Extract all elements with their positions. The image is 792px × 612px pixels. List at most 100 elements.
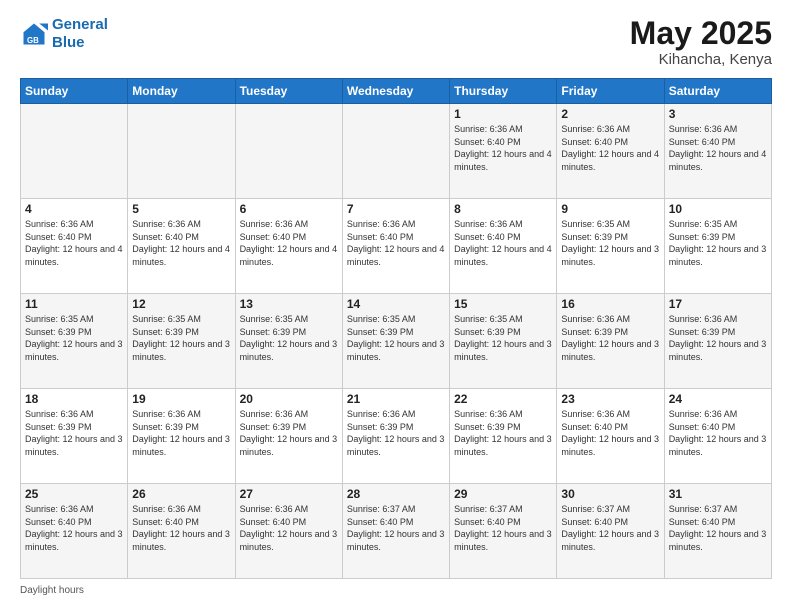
calendar-week-2: 4 Sunrise: 6:36 AMSunset: 6:40 PMDaylight… <box>21 199 772 294</box>
day-number: 19 <box>132 392 230 406</box>
day-number: 2 <box>561 107 659 121</box>
calendar-week-5: 25Sunrise: 6:36 AMSunset: 6:40 PMDayligh… <box>21 484 772 579</box>
logo: GB General Blue <box>20 16 108 52</box>
calendar-cell-4-7: 24Sunrise: 6:36 AMSunset: 6:40 PMDayligh… <box>664 389 771 484</box>
calendar-cell-3-2: 12 Sunrise: 6:35 AMSunset: 6:39 PMDayligh… <box>128 294 235 389</box>
footer: Daylight hours <box>20 585 772 596</box>
calendar-cell-1-1 <box>21 104 128 199</box>
calendar-table: SundayMondayTuesdayWednesdayThursdayFrid… <box>20 78 772 579</box>
calendar-cell-5-5: 29 Sunrise: 6:37 AMSunset: 6:40 PMDayligh… <box>450 484 557 579</box>
calendar-cell-3-6: 16Sunrise: 6:36 AMSunset: 6:39 PMDayligh… <box>557 294 664 389</box>
day-info: Sunrise: 6:36 AMSunset: 6:39 PMDaylight:… <box>25 408 123 458</box>
main-title: May 2025 <box>630 16 772 51</box>
day-number: 5 <box>132 202 230 216</box>
day-info: Sunrise: 6:36 AMSunset: 6:39 PMDaylight:… <box>347 408 445 458</box>
svg-text:GB: GB <box>27 36 39 45</box>
calendar-cell-1-4 <box>342 104 449 199</box>
day-info: Sunrise: 6:35 AMSunset: 6:39 PMDaylight:… <box>669 218 767 268</box>
day-number: 6 <box>240 202 338 216</box>
day-info: Sunrise: 6:35 AMSunset: 6:39 PMDaylight:… <box>132 313 230 363</box>
day-number: 18 <box>25 392 123 406</box>
calendar-cell-5-1: 25Sunrise: 6:36 AMSunset: 6:40 PMDayligh… <box>21 484 128 579</box>
footer-label: Daylight hours <box>20 585 84 596</box>
day-number: 22 <box>454 392 552 406</box>
day-info: Sunrise: 6:36 AMSunset: 6:40 PMDaylight:… <box>240 218 338 268</box>
day-info: Sunrise: 6:35 AMSunset: 6:39 PMDaylight:… <box>240 313 338 363</box>
calendar-cell-5-2: 26 Sunrise: 6:36 AMSunset: 6:40 PMDayligh… <box>128 484 235 579</box>
calendar-week-3: 11 Sunrise: 6:35 AMSunset: 6:39 PMDayligh… <box>21 294 772 389</box>
day-number: 30 <box>561 487 659 501</box>
day-info: Sunrise: 6:36 AMSunset: 6:39 PMDaylight:… <box>240 408 338 458</box>
day-number: 4 <box>25 202 123 216</box>
day-number: 13 <box>240 297 338 311</box>
calendar-header-monday: Monday <box>128 79 235 104</box>
calendar-cell-1-6: 2Sunrise: 6:36 AMSunset: 6:40 PMDaylight… <box>557 104 664 199</box>
calendar-cell-5-4: 28 Sunrise: 6:37 AMSunset: 6:40 PMDayligh… <box>342 484 449 579</box>
calendar-week-4: 18 Sunrise: 6:36 AMSunset: 6:39 PMDayligh… <box>21 389 772 484</box>
calendar-cell-3-7: 17Sunrise: 6:36 AMSunset: 6:39 PMDayligh… <box>664 294 771 389</box>
day-info: Sunrise: 6:37 AMSunset: 6:40 PMDaylight:… <box>669 503 767 553</box>
day-number: 12 <box>132 297 230 311</box>
day-number: 10 <box>669 202 767 216</box>
calendar-cell-5-6: 30 Sunrise: 6:37 AMSunset: 6:40 PMDayligh… <box>557 484 664 579</box>
calendar-cell-3-1: 11Sunrise: 6:35 AMSunset: 6:39 PMDayligh… <box>21 294 128 389</box>
day-info: Sunrise: 6:36 AMSunset: 6:40 PMDaylight:… <box>561 408 659 458</box>
day-info: Sunrise: 6:36 AMSunset: 6:40 PMDaylight:… <box>454 123 552 173</box>
day-info: Sunrise: 6:36 AMSunset: 6:40 PMDaylight:… <box>240 503 338 553</box>
header: GB General Blue May 2025 Kihancha, Kenya <box>20 16 772 68</box>
logo-icon: GB <box>20 20 48 48</box>
day-number: 20 <box>240 392 338 406</box>
day-info: Sunrise: 6:36 AMSunset: 6:40 PMDaylight:… <box>25 503 123 553</box>
calendar-cell-4-5: 22Sunrise: 6:36 AMSunset: 6:39 PMDayligh… <box>450 389 557 484</box>
day-number: 7 <box>347 202 445 216</box>
day-number: 14 <box>347 297 445 311</box>
day-number: 11 <box>25 297 123 311</box>
day-info: Sunrise: 6:36 AMSunset: 6:39 PMDaylight:… <box>132 408 230 458</box>
day-info: Sunrise: 6:37 AMSunset: 6:40 PMDaylight:… <box>347 503 445 553</box>
calendar-header-tuesday: Tuesday <box>235 79 342 104</box>
day-number: 26 <box>132 487 230 501</box>
calendar-week-1: 1 Sunrise: 6:36 AMSunset: 6:40 PMDaylight… <box>21 104 772 199</box>
day-info: Sunrise: 6:37 AMSunset: 6:40 PMDaylight:… <box>454 503 552 553</box>
day-info: Sunrise: 6:36 AMSunset: 6:39 PMDaylight:… <box>561 313 659 363</box>
location: Kihancha, Kenya <box>630 51 772 68</box>
calendar-cell-5-7: 31 Sunrise: 6:37 AMSunset: 6:40 PMDayligh… <box>664 484 771 579</box>
day-number: 31 <box>669 487 767 501</box>
day-info: Sunrise: 6:35 AMSunset: 6:39 PMDaylight:… <box>347 313 445 363</box>
calendar-cell-3-3: 13 Sunrise: 6:35 AMSunset: 6:39 PMDayligh… <box>235 294 342 389</box>
day-number: 29 <box>454 487 552 501</box>
day-number: 1 <box>454 107 552 121</box>
day-number: 15 <box>454 297 552 311</box>
calendar-header-thursday: Thursday <box>450 79 557 104</box>
day-number: 3 <box>669 107 767 121</box>
day-info: Sunrise: 6:36 AMSunset: 6:40 PMDaylight:… <box>454 218 552 268</box>
day-info: Sunrise: 6:35 AMSunset: 6:39 PMDaylight:… <box>561 218 659 268</box>
calendar-cell-1-5: 1 Sunrise: 6:36 AMSunset: 6:40 PMDaylight… <box>450 104 557 199</box>
calendar-header-friday: Friday <box>557 79 664 104</box>
day-info: Sunrise: 6:36 AMSunset: 6:40 PMDaylight:… <box>25 218 123 268</box>
page: GB General Blue May 2025 Kihancha, Kenya… <box>0 0 792 612</box>
calendar-cell-4-1: 18 Sunrise: 6:36 AMSunset: 6:39 PMDayligh… <box>21 389 128 484</box>
calendar-cell-4-2: 19 Sunrise: 6:36 AMSunset: 6:39 PMDayligh… <box>128 389 235 484</box>
title-block: May 2025 Kihancha, Kenya <box>630 16 772 68</box>
day-info: Sunrise: 6:36 AMSunset: 6:40 PMDaylight:… <box>132 218 230 268</box>
day-info: Sunrise: 6:36 AMSunset: 6:40 PMDaylight:… <box>132 503 230 553</box>
day-number: 27 <box>240 487 338 501</box>
calendar-cell-1-7: 3Sunrise: 6:36 AMSunset: 6:40 PMDaylight… <box>664 104 771 199</box>
calendar-header-sunday: Sunday <box>21 79 128 104</box>
calendar-cell-2-6: 9 Sunrise: 6:35 AMSunset: 6:39 PMDaylight… <box>557 199 664 294</box>
day-number: 23 <box>561 392 659 406</box>
calendar-cell-2-4: 7Sunrise: 6:36 AMSunset: 6:40 PMDaylight… <box>342 199 449 294</box>
calendar-cell-4-6: 23 Sunrise: 6:36 AMSunset: 6:40 PMDayligh… <box>557 389 664 484</box>
logo-text: General Blue <box>52 16 108 52</box>
calendar-cell-2-7: 10 Sunrise: 6:35 AMSunset: 6:39 PMDayligh… <box>664 199 771 294</box>
day-info: Sunrise: 6:36 AMSunset: 6:39 PMDaylight:… <box>669 313 767 363</box>
day-number: 8 <box>454 202 552 216</box>
day-number: 28 <box>347 487 445 501</box>
calendar-cell-3-5: 15Sunrise: 6:35 AMSunset: 6:39 PMDayligh… <box>450 294 557 389</box>
calendar-cell-1-2 <box>128 104 235 199</box>
day-number: 9 <box>561 202 659 216</box>
day-info: Sunrise: 6:37 AMSunset: 6:40 PMDaylight:… <box>561 503 659 553</box>
calendar-header-row: SundayMondayTuesdayWednesdayThursdayFrid… <box>21 79 772 104</box>
day-number: 24 <box>669 392 767 406</box>
